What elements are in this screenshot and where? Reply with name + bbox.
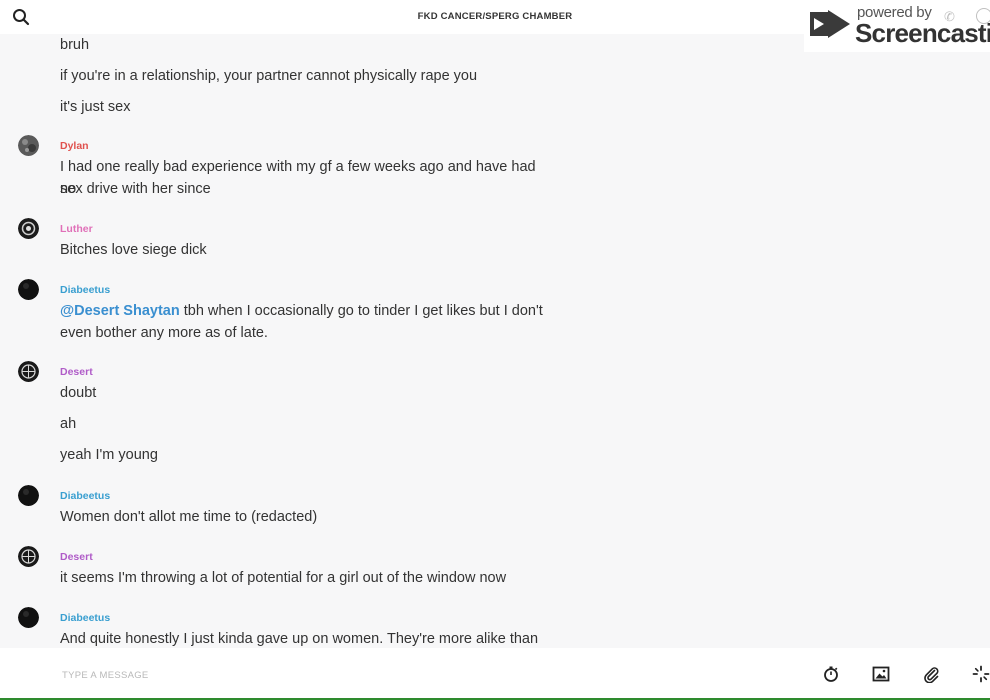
- watermark-brand: Screencastify: [855, 18, 990, 48]
- message-author[interactable]: Diabeetus: [60, 490, 110, 502]
- message-text: Women don't allot me time to (redacted): [60, 509, 318, 525]
- paperclip-icon[interactable]: [922, 665, 940, 684]
- message-text: it's just sex: [60, 99, 131, 115]
- message-text: it seems I'm throwing a lot of potential…: [60, 570, 507, 586]
- message-text-fragment: tbh when I occasionally go to tinder I g…: [179, 303, 543, 319]
- avatar[interactable]: [18, 361, 39, 382]
- message-text: bruh: [60, 37, 90, 53]
- avatar[interactable]: [18, 135, 39, 156]
- message-author[interactable]: Diabeetus: [60, 612, 110, 624]
- message-text: sex drive with her since: [60, 181, 211, 197]
- message-text: And quite honestly I just kinda gave up …: [60, 631, 539, 647]
- message-text: even bother any more as of late.: [60, 325, 268, 341]
- avatar[interactable]: [18, 607, 39, 628]
- info-icon[interactable]: [976, 8, 990, 24]
- message-author[interactable]: Desert: [60, 366, 93, 378]
- message-author[interactable]: Luther: [60, 223, 93, 235]
- chat-app: FKD CANCER/SPERG CHAMBER powered by Scre…: [0, 0, 990, 700]
- avatar[interactable]: [18, 485, 39, 506]
- message-text: @Desert Shaytan tbh when I occasionally …: [60, 300, 550, 322]
- message-author[interactable]: Diabeetus: [60, 284, 110, 296]
- message-list: bruh if you're in a relationship, your p…: [0, 34, 990, 648]
- screencastify-logo-icon: [808, 6, 852, 47]
- avatar[interactable]: [18, 218, 39, 239]
- sparkle-icon[interactable]: [972, 665, 990, 683]
- phone-icon[interactable]: ✆: [944, 9, 955, 25]
- avatar[interactable]: [18, 279, 39, 300]
- message-composer: [0, 648, 990, 700]
- message-text: if you're in a relationship, your partne…: [60, 68, 478, 84]
- user-mention[interactable]: @Desert Shaytan: [60, 303, 180, 319]
- timer-icon[interactable]: [822, 665, 840, 683]
- message-author[interactable]: Dylan: [60, 140, 89, 152]
- message-text: Bitches love siege dick: [60, 242, 207, 258]
- message-text: doubt: [60, 385, 97, 401]
- avatar[interactable]: [18, 546, 39, 567]
- message-text: yeah I'm young: [60, 447, 158, 463]
- message-input[interactable]: [60, 664, 664, 686]
- message-text: ah: [60, 416, 77, 432]
- screencastify-watermark: powered by Screencastify ✆: [804, 0, 990, 52]
- message-author[interactable]: Desert: [60, 551, 93, 563]
- image-icon[interactable]: [872, 665, 890, 683]
